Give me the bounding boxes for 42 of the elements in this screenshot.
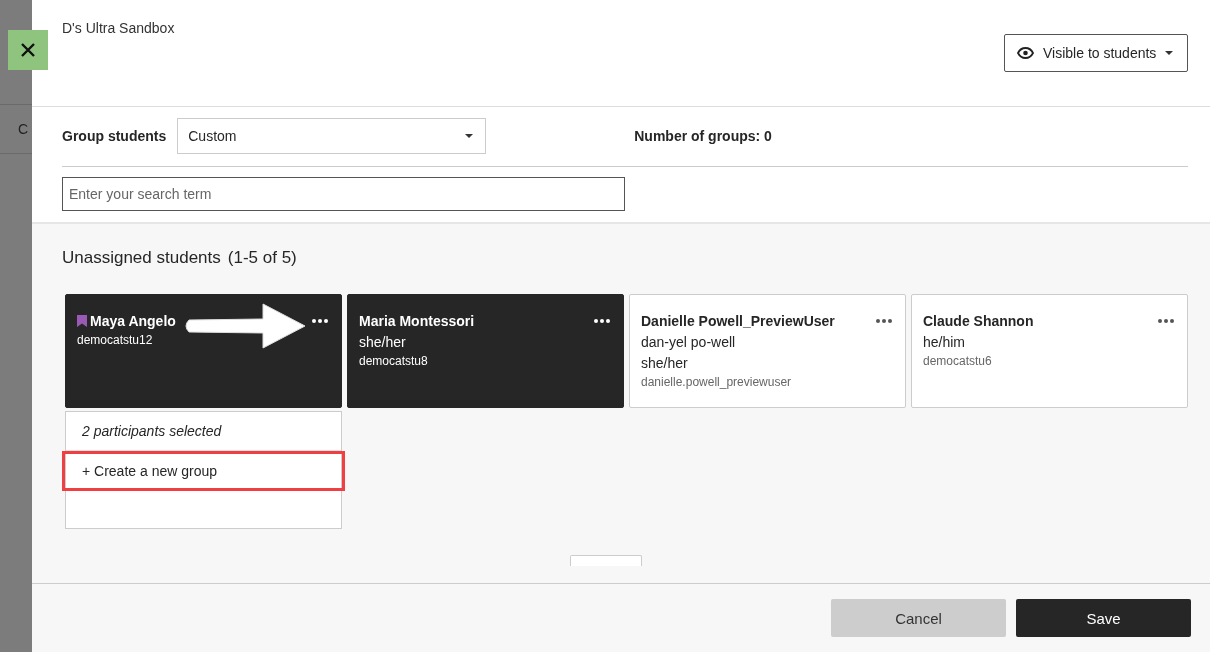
- visibility-dropdown[interactable]: Visible to students: [1004, 34, 1188, 72]
- group-count: Number of groups: 0: [634, 128, 772, 144]
- caret-icon: [465, 134, 474, 138]
- student-detail: dan-yel po-well: [641, 334, 737, 350]
- student-name: Maya Angelo: [90, 313, 176, 329]
- student-username: democatstu8: [359, 354, 429, 368]
- student-card[interactable]: Danielle Powell_PreviewUser dan-yel po-well she/her danielle.powell_previewuser: [629, 294, 906, 408]
- student-detail: he/him: [923, 334, 967, 350]
- search-field[interactable]: Enter your search term: [62, 177, 625, 211]
- cancel-button[interactable]: Cancel: [831, 599, 1006, 637]
- menu-item[interactable]: + Create a new group: [62, 451, 345, 491]
- close-button[interactable]: [8, 30, 48, 70]
- more-icon: [1158, 319, 1174, 323]
- student-count: (1-5 of 5): [227, 248, 297, 268]
- student-username: democatstu12: [77, 333, 154, 347]
- eye-icon: [1017, 47, 1034, 59]
- student-name: Maria Montessori: [359, 313, 475, 329]
- page-text: C: [18, 121, 29, 137]
- caret-icon: [1165, 51, 1174, 55]
- student-name: Danielle Powell_PreviewUser: [641, 313, 835, 329]
- save-button[interactable]: Save: [1016, 599, 1191, 637]
- selection-caption: 2 participants selected: [66, 412, 341, 451]
- more-options-button[interactable]: [310, 317, 330, 325]
- more-icon: [312, 319, 328, 323]
- student-card[interactable]: Maria Montessori she/her democatstu8: [347, 294, 624, 408]
- group-students-label: Group students: [62, 128, 167, 144]
- more-options-button[interactable]: [1156, 317, 1176, 325]
- section-title: Unassigned students: [62, 248, 221, 268]
- more-icon: [594, 319, 610, 323]
- student-card[interactable]: Maya Angelo democatstu12: [65, 294, 342, 408]
- student-name: Claude Shannon: [923, 313, 1034, 329]
- student-username: democatstu6: [923, 354, 993, 368]
- grouping-select[interactable]: Custom: [177, 118, 487, 154]
- student-card[interactable]: Claude Shannon he/him democatstu6: [911, 294, 1188, 408]
- close-icon: [20, 42, 36, 58]
- more-icon: [876, 319, 892, 323]
- course-title: D's Ultra Sandbox: [62, 20, 175, 38]
- more-options-button[interactable]: [592, 317, 612, 325]
- student-detail: she/her: [641, 355, 689, 371]
- more-options-button[interactable]: [874, 317, 894, 325]
- student-username: danielle.powell_previewuser: [641, 375, 793, 389]
- student-detail: she/her: [359, 334, 407, 350]
